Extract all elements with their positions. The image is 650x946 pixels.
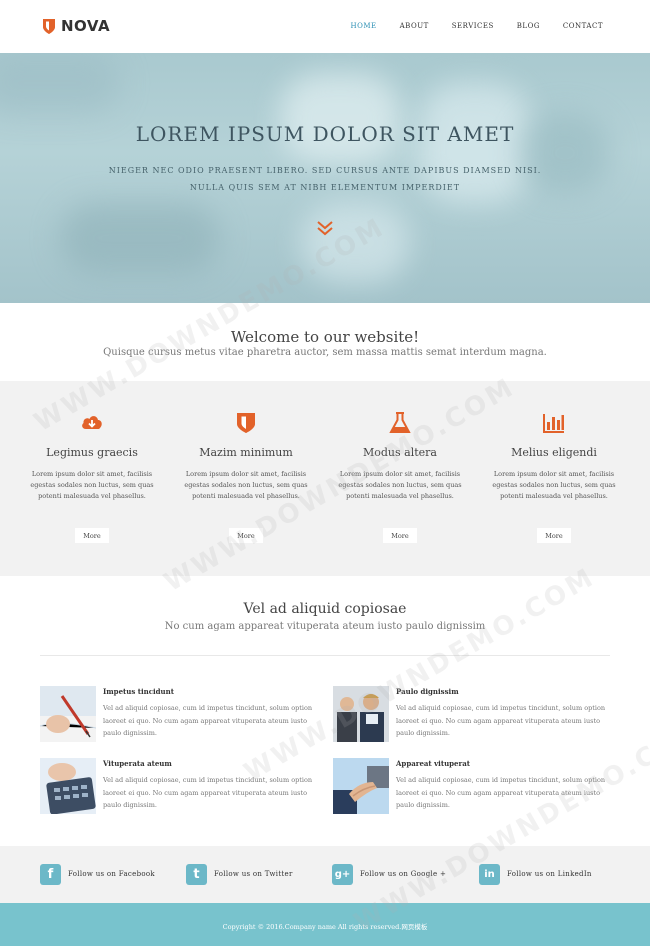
social-label: Follow us on Twitter [214, 870, 293, 878]
cloud-download-icon [82, 416, 102, 429]
pen-writing-image[interactable] [40, 686, 96, 742]
item-title[interactable]: Paulo dignissim [396, 687, 459, 696]
social-link-linkedin[interactable]: in Follow us on LinkedIn [479, 863, 592, 885]
social-link-twitter[interactable]: t Follow us on Twitter [186, 863, 293, 885]
linkedin-icon: in [479, 863, 500, 885]
double-chevron-down-icon[interactable] [316, 219, 334, 237]
hero-banner: LOREM IPSUM DOLOR SIT AMET NIEGER NEC OD… [0, 53, 650, 303]
footer: Copyright © 2016.Company name All rights… [0, 903, 650, 946]
section-subtitle: No cum agam appareat vituperata ateum iu… [164, 621, 486, 632]
more-button[interactable]: More [383, 528, 417, 543]
main-menu: HOME ABOUT SERVICES BLOG CONTACT [351, 22, 604, 30]
section-title: Vel ad aliquid copiosae [243, 601, 407, 617]
divider [40, 655, 610, 656]
watermark: WWW.DOWNDEMO.COM [239, 562, 601, 788]
list-item: Appareat vituperat Vel ad aliquid copios… [333, 758, 606, 818]
shield-icon [237, 413, 255, 433]
social-link-google-plus[interactable]: g+ Follow us on Google + [332, 863, 446, 885]
feature-title: Legimus graecis [46, 446, 138, 459]
nav-home[interactable]: HOME [351, 22, 377, 30]
feature-title: Modus altera [363, 446, 437, 459]
more-button[interactable]: More [229, 528, 263, 543]
feature-text: Lorem ipsum dolor sit amet, facilisis eg… [184, 470, 308, 500]
nav-blog[interactable]: BLOG [517, 22, 540, 30]
hero-title: LOREM IPSUM DOLOR SIT AMET [135, 122, 515, 146]
bar-chart-icon [543, 414, 564, 433]
twitter-icon: t [186, 863, 207, 885]
more-button[interactable]: More [537, 528, 571, 543]
social-label: Follow us on Facebook [68, 870, 155, 878]
social-label: Follow us on LinkedIn [507, 870, 592, 878]
welcome-subtitle: Quisque cursus metus vitae pharetra auct… [103, 347, 547, 358]
nav-contact[interactable]: CONTACT [563, 22, 603, 30]
welcome-title: Welcome to our website! [230, 328, 420, 346]
item-text: Vel ad aliquid copiosae, cum id impetus … [103, 776, 313, 809]
business-team-image[interactable] [333, 686, 389, 742]
features-section: Legimus graecis Lorem ipsum dolor sit am… [0, 381, 650, 576]
social-link-facebook[interactable]: f Follow us on Facebook [40, 863, 155, 885]
feature-text: Lorem ipsum dolor sit amet, facilisis eg… [492, 470, 616, 500]
logo[interactable]: NOVA [42, 17, 110, 35]
list-item: Paulo dignissim Vel ad aliquid copiosae,… [333, 686, 606, 746]
feature-title: Mazim minimum [199, 446, 293, 459]
hero-subtitle-line-1: NIEGER NEC ODIO PRAESENT LIBERO. SED CUR… [108, 166, 542, 175]
feature-title: Melius eligendi [511, 446, 597, 459]
nav-services[interactable]: SERVICES [452, 22, 494, 30]
top-navbar: NOVA HOME ABOUT SERVICES BLOG CONTACT [0, 0, 650, 53]
logo-text: NOVA [61, 17, 111, 35]
social-label: Follow us on Google + [360, 870, 447, 878]
item-title[interactable]: Appareat vituperat [396, 759, 470, 768]
social-bar: f Follow us on Facebook t Follow us on T… [0, 846, 650, 903]
item-text: Vel ad aliquid copiosae, cum id impetus … [396, 704, 606, 737]
item-text: Vel ad aliquid copiosae, cum id impetus … [103, 704, 313, 737]
more-button[interactable]: More [75, 528, 109, 543]
item-title[interactable]: Vituperata ateum [103, 759, 172, 768]
calculator-image[interactable] [40, 758, 96, 814]
copyright-text: Copyright © 2016.Company name All rights… [222, 923, 428, 931]
facebook-icon: f [40, 863, 61, 885]
flask-icon [389, 412, 411, 433]
list-item: Vituperata ateum Vel ad aliquid copiosae… [40, 758, 313, 818]
item-text: Vel ad aliquid copiosae, cum id impetus … [396, 776, 606, 809]
nav-about[interactable]: ABOUT [400, 22, 429, 30]
handshake-image[interactable] [333, 758, 389, 814]
shield-logo-icon [43, 18, 55, 34]
feature-text: Lorem ipsum dolor sit amet, facilisis eg… [30, 470, 154, 500]
list-item: Impetus tincidunt Vel ad aliquid copiosa… [40, 686, 313, 746]
item-title[interactable]: Impetus tincidunt [103, 687, 174, 696]
feature-text: Lorem ipsum dolor sit amet, facilisis eg… [338, 470, 462, 500]
hero-subtitle-line-2: NULLA QUIS SEM AT NIBH ELEMENTUM IMPERDI… [189, 183, 461, 192]
google-plus-icon: g+ [332, 863, 353, 885]
hero-subtitle: NIEGER NEC ODIO PRAESENT LIBERO. SED CUR… [0, 162, 650, 196]
